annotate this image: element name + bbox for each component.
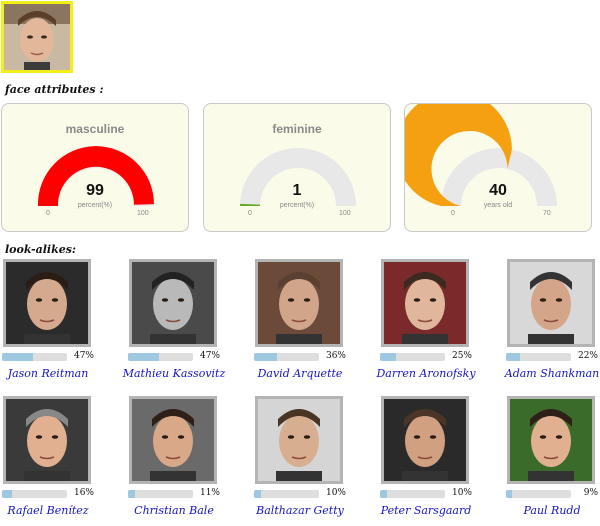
look-alike-item: 16% Rafael Benítez [2,396,112,526]
look-alikes-heading: look-alikes: [5,243,76,256]
similarity-bar [506,353,571,361]
similarity-bar-fill [380,353,397,361]
look-alike-name-link[interactable]: Rafael Benítez [0,504,104,517]
similarity-bar [380,490,445,498]
face-image [132,399,214,481]
gauge-age: age 40 years old 0 70 [404,103,592,232]
similarity-bar [380,353,445,361]
gauge-min: 0 [46,210,50,217]
face-image [132,262,214,344]
similarity-bar [128,353,193,361]
look-alike-item: 22% Adam Shankman [505,259,600,389]
look-alike-name-link[interactable]: Adam Shankman [496,367,600,380]
similarity-bar-fill [506,353,521,361]
gauge-masculine: masculine 99 percent(%) 0 100 [1,103,189,232]
similarity-percent: 9% [583,488,598,498]
look-alike-photo[interactable] [507,396,595,484]
similarity-percent: 10% [325,488,346,498]
similarity-percent: 47% [73,351,94,361]
look-alike-photo[interactable] [255,259,343,347]
gauge-min: 0 [248,210,252,217]
look-alike-photo[interactable] [129,259,217,347]
similarity-bar-fill [2,490,13,498]
similarity-bar-fill [506,490,512,498]
similarity-bar [254,490,319,498]
look-alike-name-link[interactable]: Darren Aronofsky [370,367,482,380]
similarity-percent: 11% [199,488,220,498]
face-image [6,399,88,481]
gauge-max: 100 [137,210,149,217]
gauge-value: 99 [86,182,104,199]
look-alike-name-link[interactable]: Paul Rudd [496,504,600,517]
look-alike-item: 10% Peter Sarsgaard [380,396,490,526]
gauge-unit: percent(%) [77,202,113,209]
similarity-percent: 22% [577,351,598,361]
face-image [4,4,70,70]
gauge-arc [405,104,557,206]
look-alike-item: 47% Mathieu Kassovitz [123,259,238,389]
similarity-bar [128,490,193,498]
similarity-percent: 36% [325,351,346,361]
face-image [258,399,340,481]
gauge-arc [37,146,154,206]
gauge-max: 70 [543,210,551,217]
look-alike-item: 10% Balthazar Getty [254,396,364,526]
look-alike-photo[interactable] [381,259,469,347]
look-alike-name-link[interactable]: David Arquette [244,367,356,380]
gauge-feminine: feminine 1 percent(%) 0 100 [203,103,391,232]
look-alike-photo[interactable] [507,259,595,347]
similarity-bar [2,490,67,498]
look-alike-name-link[interactable]: Jason Reitman [0,367,104,380]
gauge-value: 40 [489,182,507,199]
gauge-unit: percent(%) [279,202,315,209]
similarity-bar [254,353,319,361]
look-alike-name-link[interactable]: Christian Bale [118,504,230,517]
look-alike-name-link[interactable]: Mathieu Kassovitz [118,367,230,380]
similarity-bar-fill [380,490,387,498]
look-alike-photo[interactable] [129,396,217,484]
similarity-bar-fill [254,490,261,498]
look-alike-item: 47% Jason Reitman [2,259,112,389]
look-alike-name-link[interactable]: Balthazar Getty [244,504,356,517]
look-alike-item: 11% Christian Bale [128,396,238,526]
look-alike-photo[interactable] [381,396,469,484]
face-image [510,399,592,481]
look-alike-name-link[interactable]: Peter Sarsgaard [370,504,482,517]
similarity-percent: 47% [199,351,220,361]
query-face-photo [1,1,73,73]
face-image [384,262,466,344]
similarity-percent: 10% [451,488,472,498]
similarity-bar [506,490,571,498]
look-alike-item: 36% David Arquette [254,259,364,389]
face-attributes-heading: face attributes : [5,83,104,96]
face-image [384,399,466,481]
gauge-max: 100 [339,210,351,217]
similarity-bar-fill [128,490,136,498]
face-image [6,262,88,344]
gauge-value: 1 [292,182,302,199]
face-image [510,262,592,344]
similarity-bar-fill [2,353,33,361]
gauge-arc [240,148,356,206]
similarity-bar-fill [128,353,159,361]
look-alike-photo[interactable] [3,259,91,347]
look-alike-photo[interactable] [255,396,343,484]
similarity-percent: 25% [451,351,472,361]
similarity-percent: 16% [73,488,94,498]
similarity-bar [2,353,67,361]
look-alike-item: 25% Darren Aronofsky [376,259,490,389]
gauge-min: 0 [451,210,455,217]
similarity-bar-fill [254,353,278,361]
face-image [258,262,340,344]
look-alike-item: 9% Paul Rudd [506,396,600,526]
gauge-unit: years old [483,202,513,209]
look-alike-photo[interactable] [3,396,91,484]
